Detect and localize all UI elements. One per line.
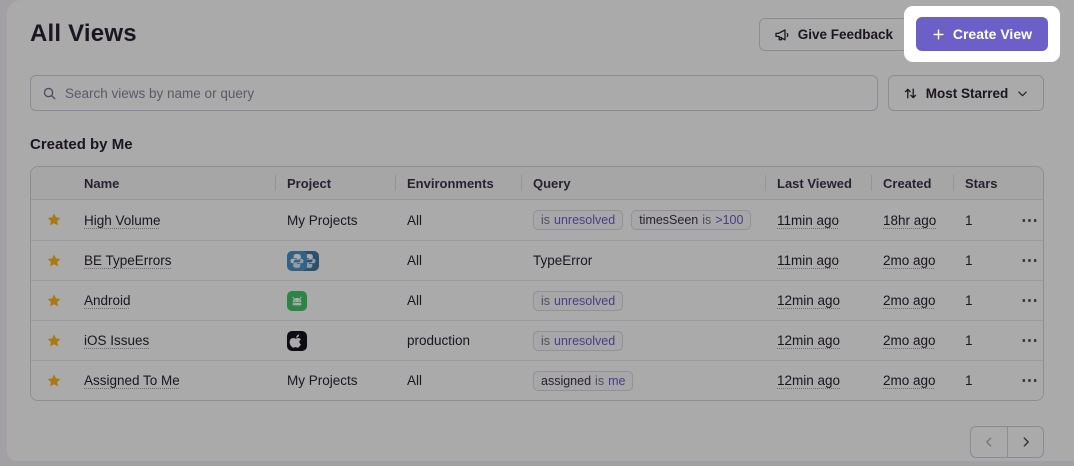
environments-cell: All [395, 200, 521, 240]
header-created: Created [871, 167, 953, 199]
toolbar: Most Starred [30, 75, 1044, 111]
project-cell [275, 241, 395, 280]
environments-cell: All [395, 281, 521, 320]
project-cell: My Projects [275, 200, 395, 240]
created-cell: 2mo ago [883, 253, 936, 268]
table-row: High Volume My Projects All is unresolve… [31, 200, 1043, 240]
view-name-link[interactable]: iOS Issues [84, 333, 149, 348]
header-project: Project [275, 167, 395, 199]
search-input[interactable] [65, 86, 866, 101]
view-name-link[interactable]: High Volume [84, 213, 161, 228]
table-row: BE TypeErrors All TypeError 11min ago 2m… [31, 240, 1043, 280]
project-cell: My Projects [275, 361, 395, 400]
view-name-link[interactable]: BE TypeErrors [84, 253, 172, 268]
star-toggle-button[interactable] [44, 251, 64, 271]
view-name-link[interactable]: Assigned To Me [84, 373, 180, 388]
query-cell: TypeError [521, 241, 765, 280]
search-input-wrapper[interactable] [30, 75, 878, 111]
table-header: Name Project Environments Query Last Vie… [31, 167, 1043, 200]
sort-arrows-icon [903, 86, 918, 101]
star-toggle-button[interactable] [44, 371, 64, 391]
stars-count-cell: 1 [953, 200, 1005, 240]
last-viewed-cell: 12min ago [777, 293, 840, 308]
views-table: Name Project Environments Query Last Vie… [30, 166, 1044, 401]
query-cell: is unresolved [521, 281, 765, 320]
query-tag: timesSeen is >100 [631, 210, 751, 230]
star-icon [46, 373, 62, 389]
onboarding-spotlight: Create View [904, 6, 1060, 62]
created-cell: 2mo ago [883, 333, 936, 348]
header-query: Query [521, 167, 765, 199]
project-avatar-stack [287, 251, 319, 271]
give-feedback-label: Give Feedback [798, 27, 893, 42]
android-project-icon [287, 291, 307, 311]
chevron-right-icon [1019, 435, 1033, 449]
row-menu-button[interactable]: ⋯ [1017, 210, 1043, 231]
main-panel: All Views Give Feedback Create View [7, 0, 1074, 461]
query-cell: is unresolved [521, 321, 765, 360]
query-cell: assigned is me [521, 361, 765, 400]
row-menu-button[interactable]: ⋯ [1017, 330, 1043, 351]
table-row: Assigned To Me My Projects All assigned … [31, 360, 1043, 400]
created-cell: 18hr ago [883, 213, 936, 228]
stars-count-cell: 1 [953, 361, 1005, 400]
query-tag: is unresolved [533, 210, 623, 230]
last-viewed-cell: 12min ago [777, 373, 840, 388]
header-name: Name [77, 167, 275, 199]
view-name-link[interactable]: Android [84, 293, 131, 308]
star-icon [46, 212, 62, 228]
star-toggle-button[interactable] [44, 331, 64, 351]
stars-count-cell: 1 [953, 241, 1005, 280]
star-toggle-button[interactable] [44, 210, 64, 230]
created-cell: 2mo ago [883, 293, 936, 308]
sort-label: Most Starred [926, 86, 1009, 101]
header-star-spacer [31, 167, 77, 199]
header-stars: Stars [953, 167, 1005, 199]
environments-cell: production [395, 321, 521, 360]
give-feedback-button[interactable]: Give Feedback [759, 18, 908, 51]
environments-cell: All [395, 361, 521, 400]
table-row: Android All is unresolved 12min ago 2mo … [31, 280, 1043, 320]
header-actions-spacer [1005, 167, 1043, 199]
table-row: iOS Issues production is unresolved 12mi… [31, 320, 1043, 360]
previous-page-button[interactable] [970, 426, 1007, 458]
plus-icon [932, 28, 945, 41]
star-icon [46, 293, 62, 309]
last-viewed-cell: 11min ago [777, 213, 839, 228]
query-tag: assigned is me [533, 371, 633, 391]
created-cell: 2mo ago [883, 373, 936, 388]
next-page-button[interactable] [1007, 426, 1044, 458]
environments-cell: All [395, 241, 521, 280]
python-project-icon [287, 251, 307, 271]
query-cell: is unresolved timesSeen is >100 [521, 200, 765, 240]
stars-count-cell: 1 [953, 321, 1005, 360]
chevron-left-icon [982, 435, 996, 449]
last-viewed-cell: 11min ago [777, 253, 839, 268]
header-environments: Environments [395, 167, 521, 199]
row-menu-button[interactable]: ⋯ [1017, 250, 1043, 271]
query-tag: is unresolved [533, 331, 623, 351]
project-cell [275, 321, 395, 360]
star-icon [46, 333, 62, 349]
query-tag: is unresolved [533, 291, 623, 311]
search-icon [42, 86, 57, 101]
create-view-button[interactable]: Create View [916, 17, 1048, 51]
megaphone-icon [774, 27, 790, 43]
sort-dropdown[interactable]: Most Starred [888, 75, 1044, 111]
header-last-viewed: Last Viewed [765, 167, 871, 199]
star-icon [46, 253, 62, 269]
section-title: Created by Me [30, 136, 1044, 153]
star-toggle-button[interactable] [44, 291, 64, 311]
row-menu-button[interactable]: ⋯ [1017, 370, 1043, 391]
row-menu-button[interactable]: ⋯ [1017, 290, 1043, 311]
chevron-down-icon [1016, 87, 1029, 100]
last-viewed-cell: 12min ago [777, 333, 840, 348]
apple-project-icon [287, 331, 307, 351]
query-plain-text: TypeError [533, 253, 592, 268]
project-cell [275, 281, 395, 320]
pagination [970, 426, 1044, 458]
create-view-label: Create View [953, 26, 1032, 42]
stars-count-cell: 1 [953, 281, 1005, 320]
